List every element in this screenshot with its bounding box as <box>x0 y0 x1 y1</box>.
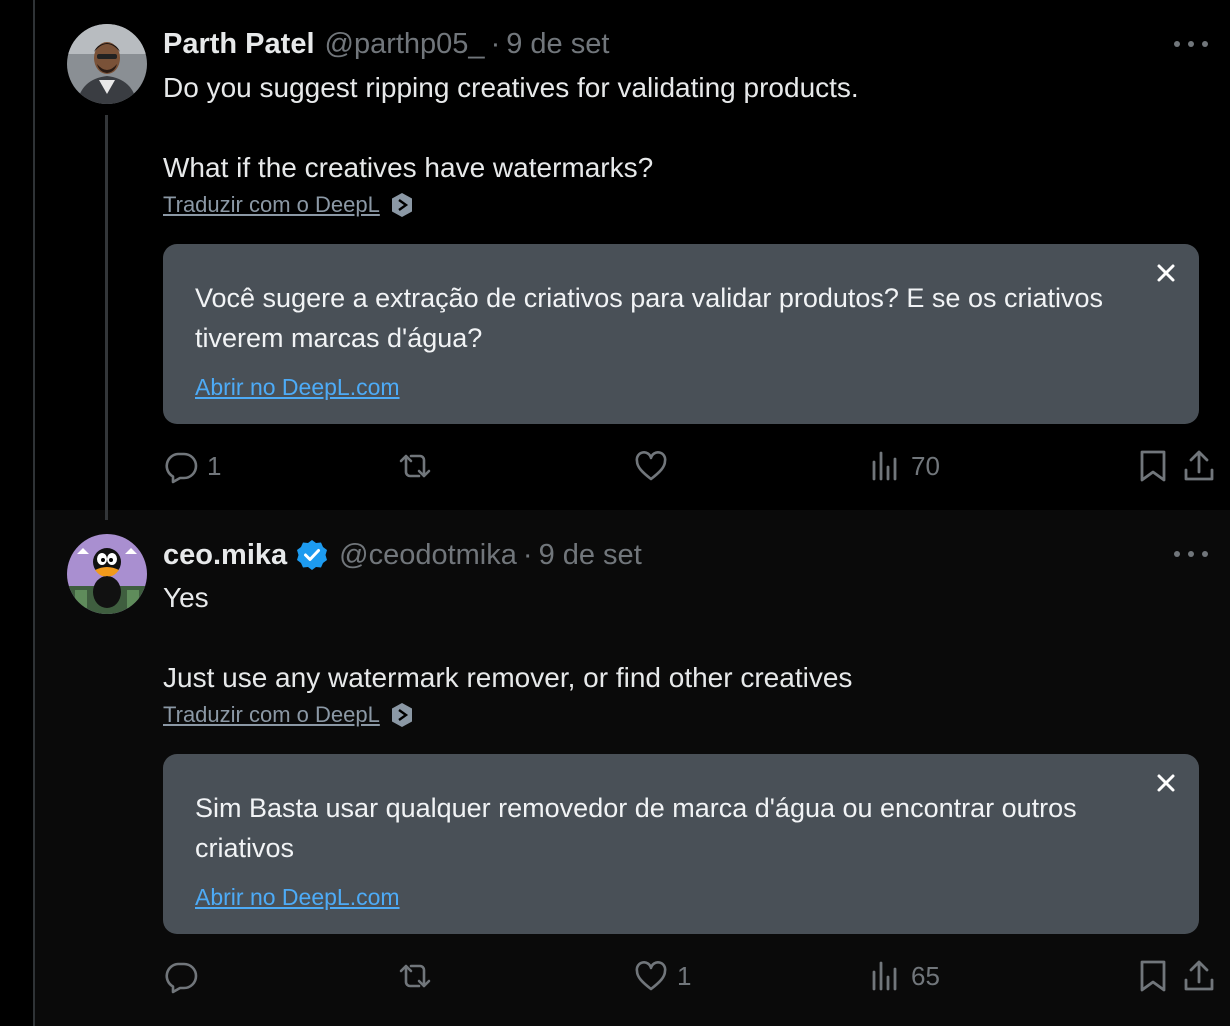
heart-icon <box>635 961 667 991</box>
view-count: 65 <box>911 960 940 991</box>
tweet-actions: 1 70 <box>163 448 1214 488</box>
bookmark-button[interactable] <box>1135 958 1171 994</box>
close-icon[interactable] <box>1151 768 1181 798</box>
avatar[interactable] <box>67 534 147 614</box>
verified-badge-icon <box>297 540 328 570</box>
author-name[interactable]: Parth Patel <box>163 28 315 61</box>
share-button[interactable] <box>1181 448 1217 484</box>
repost-icon <box>399 454 431 478</box>
tweet-ceo-mika[interactable]: ceo.mika @ceodotmika · 9 de set Yes Just… <box>35 510 1230 1026</box>
translate-row[interactable]: Traduzir com o DeepL <box>163 702 414 728</box>
translation-box: Você sugere a extração de criativos para… <box>163 244 1199 424</box>
bookmark-icon <box>1140 450 1166 482</box>
views-button[interactable]: 70 <box>867 448 940 484</box>
avatar-cartoon-duck <box>67 534 147 614</box>
like-button[interactable]: 1 <box>633 958 691 994</box>
tweet-header: ceo.mika @ceodotmika · 9 de set <box>163 538 642 572</box>
deepl-logo-icon <box>391 193 412 217</box>
close-icon[interactable] <box>1151 258 1181 288</box>
view-count: 70 <box>911 450 940 481</box>
share-icon <box>1184 960 1214 991</box>
separator: · <box>490 28 501 60</box>
tweet-header: Parth Patel @parthp05_ · 9 de set <box>163 28 609 61</box>
analytics-icon <box>872 451 897 481</box>
translation-text: Você sugere a extração de criativos para… <box>195 283 1103 353</box>
avatar[interactable] <box>67 24 147 104</box>
translation-text: Sim Basta usar qualquer removedor de mar… <box>195 793 1077 863</box>
share-icon <box>1184 450 1214 481</box>
reply-button[interactable]: 1 <box>163 448 221 484</box>
author-name[interactable]: ceo.mika <box>163 539 287 572</box>
tweet-date[interactable]: 9 de set <box>539 539 642 572</box>
more-options-icon[interactable] <box>1174 544 1208 564</box>
like-button[interactable] <box>633 448 677 484</box>
tweet-date[interactable]: 9 de set <box>506 28 609 61</box>
thread-connector-line <box>105 115 108 520</box>
tweet-text: Do you suggest ripping creatives for val… <box>163 72 859 183</box>
open-deepl-link[interactable]: Abrir no DeepL.com <box>195 884 400 911</box>
translate-link[interactable]: Traduzir com o DeepL <box>163 192 380 218</box>
reply-count: 1 <box>207 450 222 481</box>
bookmark-icon <box>1140 960 1166 992</box>
views-button[interactable]: 65 <box>867 958 940 994</box>
bookmark-button[interactable] <box>1135 448 1171 484</box>
heart-icon <box>635 451 667 481</box>
more-options-icon[interactable] <box>1174 34 1208 54</box>
reply-icon <box>165 962 198 994</box>
repost-button[interactable] <box>397 958 441 994</box>
author-handle[interactable]: @ceodotmika <box>339 539 517 572</box>
open-deepl-link[interactable]: Abrir no DeepL.com <box>195 374 400 401</box>
tweet-parth-patel[interactable]: Parth Patel @parthp05_ · 9 de set Do you… <box>35 0 1230 510</box>
author-handle[interactable]: @parthp05_ <box>325 28 485 61</box>
repost-icon <box>399 964 431 988</box>
tweet-text: Yes Just use any watermark remover, or f… <box>163 582 853 693</box>
avatar-photo <box>67 24 147 104</box>
separator: · <box>522 538 533 571</box>
analytics-icon <box>872 961 897 991</box>
repost-button[interactable] <box>397 448 441 484</box>
share-button[interactable] <box>1181 958 1217 994</box>
translate-link[interactable]: Traduzir com o DeepL <box>163 702 380 728</box>
reply-button[interactable] <box>163 958 207 994</box>
like-count: 1 <box>677 960 692 991</box>
translate-row[interactable]: Traduzir com o DeepL <box>163 192 414 218</box>
translation-box: Sim Basta usar qualquer removedor de mar… <box>163 754 1199 934</box>
reply-icon <box>165 452 198 484</box>
deepl-logo-icon <box>391 703 412 727</box>
tweet-actions: 1 65 <box>163 958 1214 998</box>
